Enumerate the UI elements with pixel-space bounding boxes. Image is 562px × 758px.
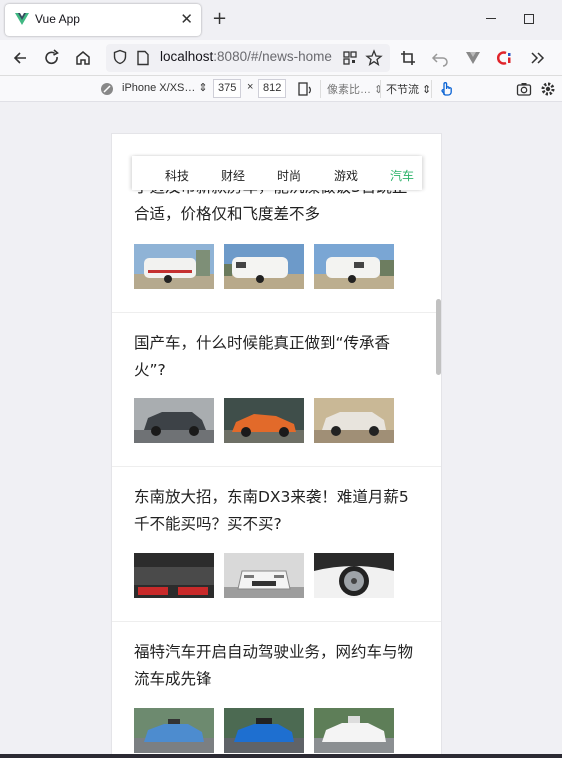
- extension-c-icon[interactable]: [494, 48, 514, 68]
- car-front-thumbnail: [224, 553, 304, 598]
- url-host: localhost: [160, 49, 214, 64]
- suv-thumbnail: [134, 398, 214, 443]
- tab-title: Vue App: [35, 12, 80, 26]
- news-title: 福特汽车开启自动驾驶业务，网约车与物 流车成先锋: [134, 639, 424, 693]
- url-text[interactable]: localhost:8080/#/news-home: [160, 49, 332, 64]
- undo-arrow-icon[interactable]: [430, 48, 450, 68]
- autonomous-car-thumbnail: [224, 708, 304, 753]
- car-interior-thumbnail: [134, 553, 214, 598]
- maximize-icon[interactable]: [524, 14, 534, 24]
- phone-viewport: 于透及市新款房车，能沉澡做饭3台跳正 合适，价格仅和飞度差不多: [111, 133, 442, 758]
- caravan-thumbnail: [314, 244, 394, 289]
- scrollbar[interactable]: [436, 299, 441, 375]
- news-item[interactable]: 东南放大招，东南DX3来袭！难道月薪5 千不能买吗？买不买?: [112, 467, 441, 622]
- autonomous-car-thumbnail: [314, 708, 394, 753]
- vue-devtools-icon[interactable]: [463, 48, 483, 68]
- dimension-separator: ×: [247, 81, 254, 93]
- wheel-thumbnail: [314, 553, 394, 598]
- new-tab-button[interactable]: +: [212, 9, 227, 29]
- throttle-label: 不节流: [386, 84, 419, 96]
- touch-simulation-icon[interactable]: [438, 79, 454, 97]
- category-tabs: 科技 财经 时尚 游戏 汽车: [132, 156, 422, 190]
- news-item[interactable]: 福特汽车开启自动驾驶业务，网约车与物 流车成先锋: [112, 622, 441, 758]
- responsive-design-toolbar: iPhone X/XS… ⇕ 375 × 812 像素比… ⇕ 不节流 ⇕: [0, 76, 562, 102]
- vue-logo-icon: [15, 13, 29, 25]
- minimize-icon[interactable]: [486, 18, 496, 19]
- viewport-height-input[interactable]: 812: [258, 79, 287, 98]
- browser-tab[interactable]: Vue App ✕: [5, 4, 201, 36]
- home-icon[interactable]: [73, 48, 93, 68]
- viewport-width-input[interactable]: 375: [213, 79, 242, 98]
- news-title-line: 合适，价格仅和飞度差不多: [134, 205, 321, 223]
- rotate-device-icon[interactable]: [297, 81, 313, 97]
- tab-close-icon[interactable]: ✕: [180, 10, 193, 28]
- category-tab[interactable]: 财经: [221, 167, 245, 184]
- news-title-line: 千不能买吗？买不买?: [134, 515, 282, 533]
- suv-thumbnail: [314, 398, 394, 443]
- pixel-ratio-label: 像素比…: [327, 84, 371, 96]
- device-select[interactable]: iPhone X/XS… ⇕: [122, 81, 208, 94]
- category-tab-active[interactable]: 汽车: [390, 167, 414, 184]
- toolbar-divider: [380, 80, 381, 98]
- page-icon[interactable]: [136, 50, 150, 66]
- device-name: iPhone X/XS…: [122, 82, 196, 94]
- news-item[interactable]: 国产车，什么时候能真正做到“传承香 火”?: [112, 313, 441, 467]
- device-settings-icon[interactable]: [100, 82, 114, 96]
- toolbar-divider: [431, 80, 432, 98]
- category-tab[interactable]: 游戏: [334, 167, 358, 184]
- news-title-line: 火”?: [134, 361, 166, 379]
- bookmark-star-icon[interactable]: [364, 48, 384, 68]
- throttle-select[interactable]: 不节流 ⇕: [386, 81, 431, 97]
- url-path: :8080/#/news-home: [213, 49, 332, 64]
- camera-icon[interactable]: [516, 81, 532, 97]
- news-title-line: 流车成先锋: [134, 670, 212, 688]
- browser-tabstrip: Vue App ✕ +: [0, 0, 562, 40]
- category-tab[interactable]: 科技: [165, 167, 189, 184]
- news-title: 国产车，什么时候能真正做到“传承香 火”?: [134, 330, 424, 384]
- autonomous-car-thumbnail: [134, 708, 214, 753]
- window-bottom-edge: [0, 754, 562, 758]
- category-tab[interactable]: 时尚: [277, 167, 301, 184]
- news-title-line: 福特汽车开启自动驾驶业务，网约车与物: [134, 643, 414, 661]
- shield-icon[interactable]: [112, 49, 128, 65]
- news-title: 东南放大招，东南DX3来袭！难道月薪5 千不能买吗？买不买?: [134, 484, 424, 538]
- back-arrow-icon[interactable]: [11, 48, 31, 68]
- overflow-chevron-icon[interactable]: [527, 48, 547, 68]
- news-title-line: 东南放大招，东南DX3来袭！难道月薪5: [134, 488, 409, 506]
- hatchback-thumbnail: [224, 398, 304, 443]
- caravan-thumbnail: [134, 244, 214, 289]
- settings-gear-icon[interactable]: [540, 81, 556, 97]
- caravan-thumbnail: [224, 244, 304, 289]
- screenshot-crop-icon[interactable]: [398, 48, 418, 68]
- pixel-ratio-select[interactable]: 像素比… ⇕: [327, 81, 383, 97]
- news-title-line: 国产车，什么时候能真正做到“传承香: [134, 334, 391, 352]
- qr-code-icon[interactable]: [340, 48, 360, 68]
- reload-icon[interactable]: [42, 48, 62, 68]
- navigation-toolbar: localhost:8080/#/news-home: [0, 40, 562, 76]
- toolbar-divider: [320, 80, 321, 98]
